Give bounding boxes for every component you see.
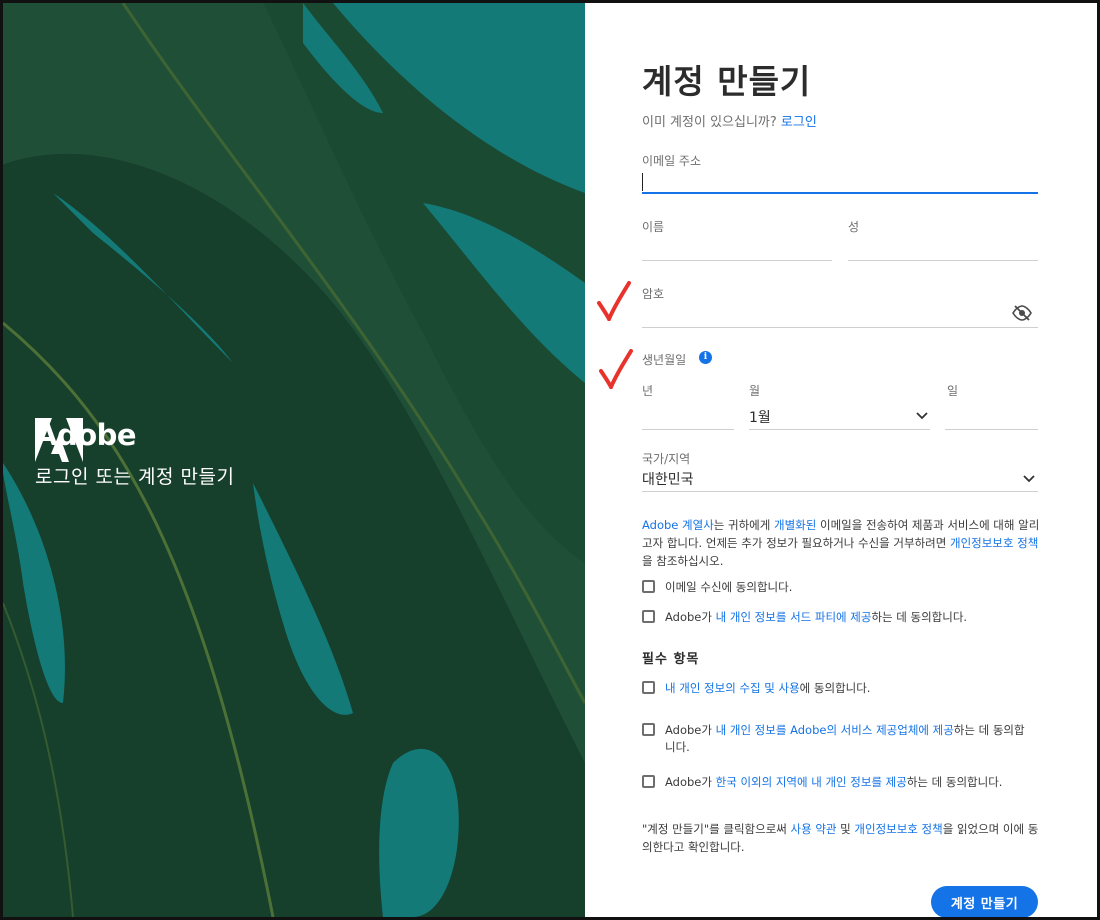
month-label: 월 xyxy=(749,384,761,398)
page-title: 계정 만들기 xyxy=(642,62,812,101)
year-field[interactable] xyxy=(642,406,732,428)
checkbox[interactable] xyxy=(642,681,655,694)
email-label: 이메일 주소 xyxy=(642,154,702,168)
checkbox[interactable] xyxy=(642,580,655,593)
checkbox-label: Adobe가 한국 이외의 지역에 내 개인 정보를 제공하는 데 동의합니다. xyxy=(665,775,1003,789)
password-field[interactable] xyxy=(642,303,1002,325)
year-label: 년 xyxy=(642,384,654,398)
checkbox[interactable] xyxy=(642,610,655,623)
first-name-label: 이름 xyxy=(642,220,665,234)
checkbox-label: Adobe가 내 개인 정보를 Adobe의 서비스 제공업체에 제공하는 데 … xyxy=(665,723,1025,754)
checkbox-email-consent[interactable]: 이메일 수신에 동의합니다. xyxy=(642,579,1025,596)
checkbox-overseas-consent[interactable]: Adobe가 한국 이외의 지역에 내 개인 정보를 제공하는 데 동의합니다. xyxy=(642,774,1025,791)
birthdate-label: 생년월일 xyxy=(642,353,687,367)
red-checkmark-annotation xyxy=(597,281,631,321)
personalized-link[interactable]: 개별화된 xyxy=(774,518,816,532)
password-label: 암호 xyxy=(642,287,665,301)
terms-of-use-link[interactable]: 사용 약관 xyxy=(791,822,837,836)
year-underline xyxy=(642,429,734,430)
collection-use-link[interactable]: 내 개인 정보의 수집 및 사용 xyxy=(665,681,800,695)
third-party-link[interactable]: 내 개인 정보를 서드 파티에 제공 xyxy=(716,610,872,624)
month-select[interactable]: 1월 xyxy=(749,407,771,427)
privacy-policy-link[interactable]: 개인정보보호 정책 xyxy=(950,536,1038,550)
info-icon[interactable]: i xyxy=(699,351,712,364)
checkbox-label: Adobe가 내 개인 정보를 서드 파티에 제공하는 데 동의합니다. xyxy=(665,610,968,624)
checkbox-label: 이메일 수신에 동의합니다. xyxy=(665,580,793,594)
signin-link[interactable]: 로그인 xyxy=(781,115,817,130)
service-provider-link[interactable]: 내 개인 정보를 Adobe의 서비스 제공업체에 제공 xyxy=(716,723,954,737)
first-name-underline xyxy=(642,260,832,261)
checkbox-provider-consent[interactable]: Adobe가 내 개인 정보를 Adobe의 서비스 제공업체에 제공하는 데 … xyxy=(642,722,1025,756)
email-field[interactable] xyxy=(642,171,1037,193)
red-checkmark-annotation xyxy=(599,349,633,389)
first-name-field[interactable] xyxy=(642,237,832,259)
brand-tagline: 로그인 또는 계정 만들기 xyxy=(35,466,235,488)
privacy-policy-link[interactable]: 개인정보보호 정책 xyxy=(854,822,942,836)
country-select[interactable]: 대한민국 xyxy=(642,469,694,489)
checkbox[interactable] xyxy=(642,723,655,736)
eye-slash-icon[interactable] xyxy=(1012,305,1032,321)
password-underline xyxy=(642,327,1038,328)
adobe-logo-icon xyxy=(35,418,83,462)
chevron-down-icon[interactable] xyxy=(1022,474,1036,484)
checkbox-label: 내 개인 정보의 수집 및 사용에 동의합니다. xyxy=(665,681,871,695)
brand-block: Adobe 로그인 또는 계정 만들기 xyxy=(35,418,234,489)
marketing-notice: Adobe 계열사는 귀하에게 개별화된 이메일을 전송하여 제품과 서비스에 … xyxy=(642,516,1042,570)
text-caret xyxy=(642,173,643,191)
country-underline xyxy=(642,491,1038,492)
terms-notice: "계정 만들기"를 클릭함으로써 사용 약관 및 개인정보보호 정책을 읽었으며… xyxy=(642,822,1039,854)
last-name-field[interactable] xyxy=(848,237,1038,259)
signin-prompt-text: 이미 계정이 있으십니까? xyxy=(642,115,777,130)
signup-form-panel: 계정 만들기 이미 계정이 있으십니까? 로그인 이메일 주소 이름 성 암호 … xyxy=(585,3,1097,918)
signin-prompt: 이미 계정이 있으십니까? 로그인 xyxy=(642,111,817,130)
notice-text: 을 참조하십시오. xyxy=(642,554,724,568)
day-label: 일 xyxy=(947,384,959,398)
last-name-label: 성 xyxy=(848,220,860,234)
email-underline xyxy=(642,192,1038,194)
hero-panel: Adobe 로그인 또는 계정 만들기 xyxy=(3,3,585,917)
chevron-down-icon[interactable] xyxy=(915,411,929,421)
checkbox[interactable] xyxy=(642,775,655,788)
day-underline xyxy=(945,429,1038,430)
last-name-underline xyxy=(848,260,1038,261)
required-heading: 필수 항목 xyxy=(642,652,700,667)
month-underline xyxy=(749,429,930,430)
country-label: 국가/지역 xyxy=(642,452,691,466)
notice-text: 는 귀하에게 xyxy=(713,518,774,532)
adobe-affiliates-link[interactable]: Adobe 계열사 xyxy=(642,518,714,532)
checkbox-collection-consent[interactable]: 내 개인 정보의 수집 및 사용에 동의합니다. xyxy=(642,680,1025,697)
create-account-button[interactable]: 계정 만들기 xyxy=(931,886,1038,918)
day-field[interactable] xyxy=(947,406,1037,428)
checkbox-third-party-consent[interactable]: Adobe가 내 개인 정보를 서드 파티에 제공하는 데 동의합니다. xyxy=(642,609,1025,626)
overseas-transfer-link[interactable]: 한국 이외의 지역에 내 개인 정보를 제공 xyxy=(716,775,907,789)
